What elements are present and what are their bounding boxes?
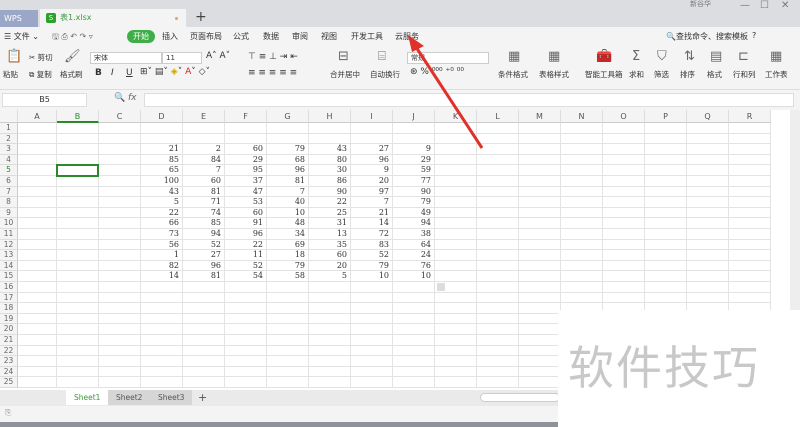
watermark-text: 软件技巧 [568,341,760,395]
watermark: 软件技巧 [558,310,800,427]
